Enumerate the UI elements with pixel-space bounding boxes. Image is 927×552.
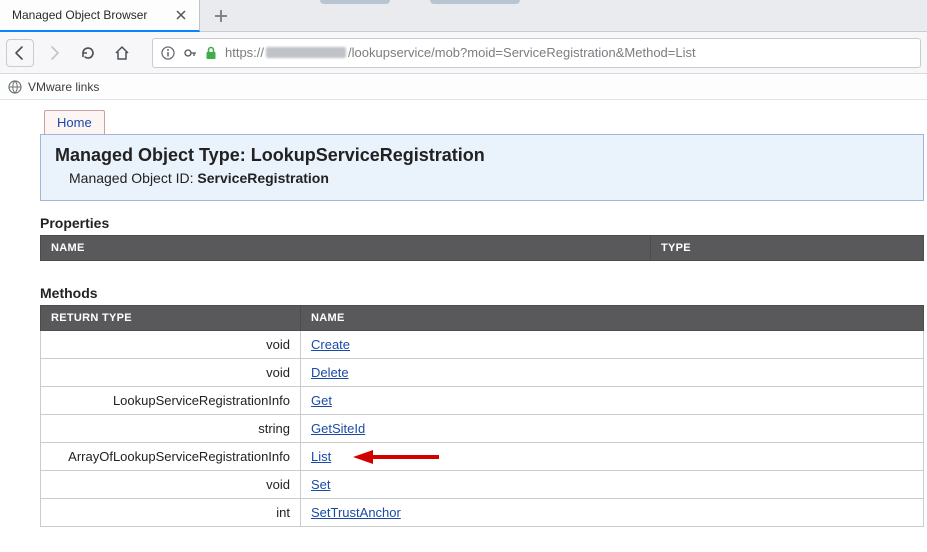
lock-icon [205,46,217,60]
page-content: Home Managed Object Type: LookupServiceR… [0,100,927,527]
back-button[interactable] [6,39,34,67]
method-name-cell: GetSiteId [301,415,924,443]
method-link[interactable]: Set [311,477,331,492]
table-row: void Delete [41,359,924,387]
properties-col-type: TYPE [651,236,924,261]
method-return-type: ArrayOfLookupServiceRegistrationInfo [41,443,301,471]
methods-col-returntype: RETURN TYPE [41,306,301,331]
window-decoration [320,0,390,4]
properties-table: NAME TYPE [40,235,924,261]
table-row: LookupServiceRegistrationInfo Get [41,387,924,415]
properties-heading: Properties [40,215,927,231]
key-icon [183,46,197,60]
object-id-line: Managed Object ID: ServiceRegistration [55,170,909,186]
new-tab-button[interactable] [206,1,236,31]
object-id-label: Managed Object ID: [69,170,194,186]
browser-tab-title: Managed Object Browser [12,8,173,22]
method-name-cell: Delete [301,359,924,387]
home-button[interactable] [108,39,136,67]
forward-button[interactable] [40,39,68,67]
info-icon [161,46,175,60]
browser-nav-bar: https:// /lookupservice/mob?moid=Service… [0,32,927,74]
method-link[interactable]: Get [311,393,332,408]
browser-tab-bar: Managed Object Browser [0,0,927,32]
url-path: /lookupservice/mob?moid=ServiceRegistrat… [348,45,696,60]
object-type-line: Managed Object Type: LookupServiceRegist… [55,145,909,166]
home-link[interactable]: Home [44,110,105,134]
method-name-cell: List [301,443,924,471]
window-decoration [430,0,520,4]
method-name-cell: Create [301,331,924,359]
reload-button[interactable] [74,39,102,67]
url-text: https:// /lookupservice/mob?moid=Service… [225,45,696,60]
table-row: ArrayOfLookupServiceRegistrationInfo List [41,443,924,471]
close-icon[interactable] [173,7,189,23]
method-name-cell: SetTrustAnchor [301,499,924,527]
table-row: void Create [41,331,924,359]
object-type-label: Managed Object Type: [55,145,246,165]
method-return-type: void [41,331,301,359]
bookmarks-bar: VMware links [0,74,927,100]
method-return-type: int [41,499,301,527]
bookmark-item[interactable]: VMware links [28,80,99,94]
object-header-box: Managed Object Type: LookupServiceRegist… [40,134,924,201]
browser-tab-active[interactable]: Managed Object Browser [0,0,200,32]
method-link[interactable]: SetTrustAnchor [311,505,401,520]
method-return-type: string [41,415,301,443]
method-link[interactable]: GetSiteId [311,421,365,436]
address-bar[interactable]: https:// /lookupservice/mob?moid=Service… [152,38,921,68]
properties-col-name: NAME [41,236,651,261]
method-name-cell: Get [301,387,924,415]
methods-table: RETURN TYPE NAME void Create void Delete Loo… [40,305,924,527]
method-name-cell: Set [301,471,924,499]
methods-heading: Methods [40,285,927,301]
method-return-type: LookupServiceRegistrationInfo [41,387,301,415]
object-type-value: LookupServiceRegistration [251,145,485,165]
table-row: void Set [41,471,924,499]
globe-icon [8,80,22,94]
annotation-arrow-icon [351,447,441,467]
table-row: int SetTrustAnchor [41,499,924,527]
method-link[interactable]: Create [311,337,350,352]
url-scheme: https:// [225,45,264,60]
table-row: string GetSiteId [41,415,924,443]
method-return-type: void [41,359,301,387]
method-link[interactable]: Delete [311,365,349,380]
url-host-redacted [266,47,346,58]
method-link[interactable]: List [311,449,331,464]
method-return-type: void [41,471,301,499]
methods-col-name: NAME [301,306,924,331]
object-id-value: ServiceRegistration [197,170,329,186]
